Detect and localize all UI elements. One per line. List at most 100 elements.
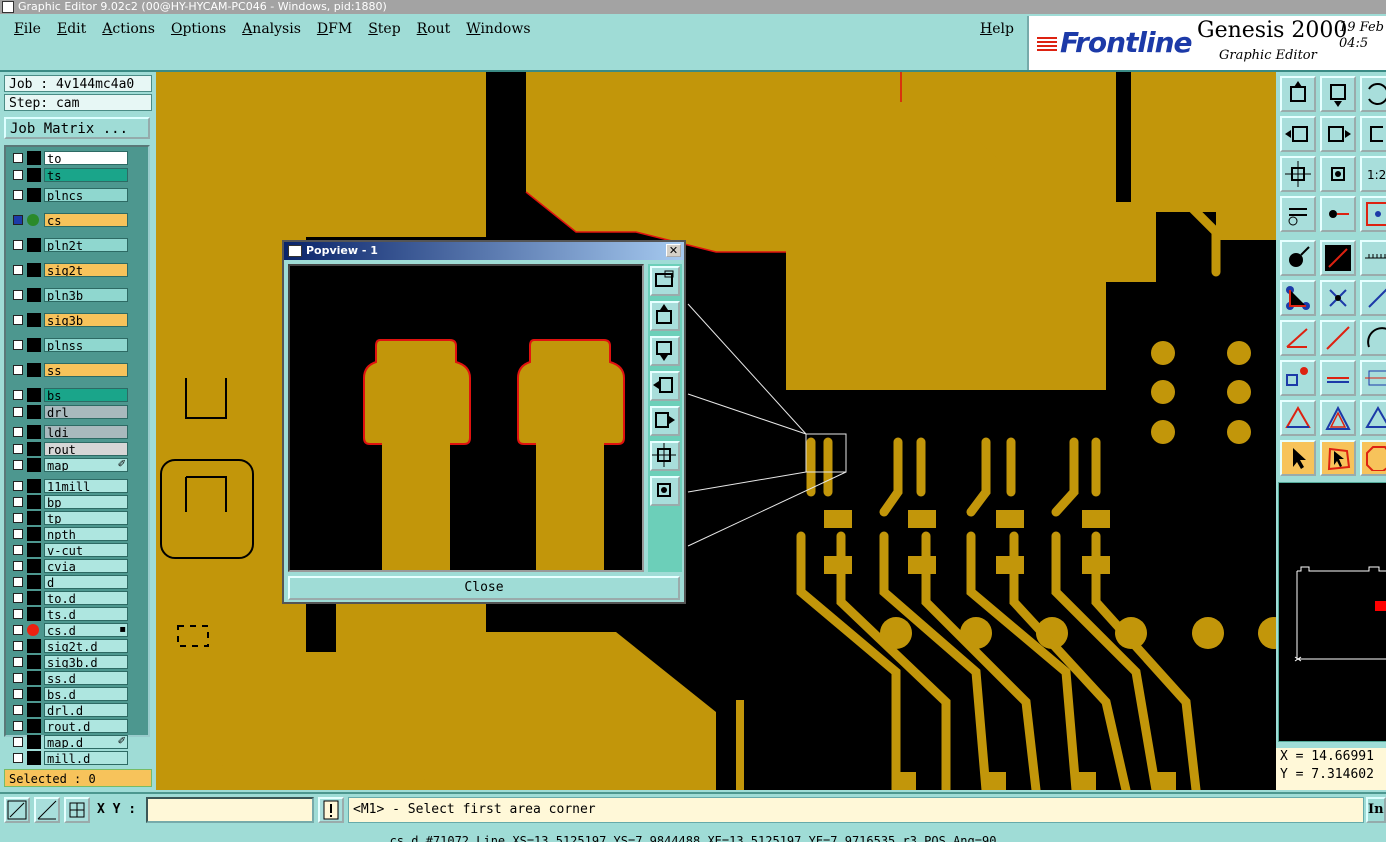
triangle-fill-icon[interactable] [1320,400,1356,436]
snap-settings-icon[interactable] [1280,196,1316,232]
layer-checkbox[interactable] [13,576,23,587]
layer-row[interactable]: plncs [10,188,128,202]
layer-checkbox[interactable] [13,688,23,699]
scale-1-2-icon[interactable]: 1:2 [1360,156,1386,192]
layer-marker[interactable] [27,263,41,277]
layer-row[interactable]: to.d [10,590,128,605]
select-net-icon[interactable] [1360,196,1386,232]
layer-name[interactable]: map.d [44,734,128,749]
layer-row[interactable]: pln3b [10,288,128,302]
layer-marker[interactable] [27,686,41,701]
layer-marker[interactable] [27,338,41,352]
popview-title-bar[interactable]: Popview - 1 [284,242,684,260]
layer-checkbox[interactable] [13,190,23,200]
layer-row[interactable]: 11mill [10,478,128,493]
layer-checkbox[interactable] [13,704,23,715]
layer-checkbox[interactable] [13,608,23,619]
grid-snap-icon[interactable] [64,797,90,823]
layer-name[interactable]: sig2t.d [44,638,128,653]
add-pad-icon[interactable] [1280,240,1316,276]
select-circle-icon[interactable] [1360,440,1386,476]
layer-marker[interactable] [27,425,41,439]
popview-zoom-icon[interactable] [650,266,680,296]
layer-row[interactable]: drl.d [10,702,128,717]
stretch-icon[interactable] [1360,360,1386,396]
arc-icon[interactable] [1360,320,1386,356]
layer-row[interactable]: bs.d [10,686,128,701]
select-arrow-icon[interactable] [1280,440,1316,476]
triangle-outline-icon[interactable] [1280,400,1316,436]
layer-name[interactable]: ldi [44,425,128,439]
connect-nodes-icon[interactable] [1280,280,1316,316]
menu-step[interactable]: Step [360,18,408,40]
menu-actions[interactable]: Actions [94,18,163,40]
layer-checkbox[interactable] [13,460,23,470]
layer-name[interactable]: v-cut [44,542,128,557]
layer-marker[interactable] [27,638,41,653]
layer-name[interactable]: tp [44,510,128,525]
layer-name[interactable]: to.d [44,590,128,605]
layer-checkbox[interactable] [13,169,23,180]
layer-checkbox[interactable] [13,427,23,437]
layer-checkbox[interactable] [13,365,23,375]
layer-marker[interactable] [27,590,41,605]
layer-checkbox[interactable] [13,406,23,417]
layer-checkbox[interactable] [13,240,23,250]
layer-checkbox[interactable] [13,215,23,225]
fit-profile-icon[interactable] [1320,156,1356,192]
add-point-icon[interactable] [1280,360,1316,396]
zoom-in-icon[interactable] [1280,76,1316,112]
layer-name[interactable]: bs.d [44,686,128,701]
layer-row[interactable]: map ✐ [10,458,128,472]
layer-checkbox[interactable] [13,752,23,763]
layer-marker[interactable] [27,750,41,765]
layer-marker[interactable] [27,388,41,402]
menu-help[interactable]: Help [972,18,1022,40]
layer-row[interactable]: mill.d [10,750,128,765]
layer-checkbox[interactable] [13,592,23,603]
popview-pan-right-icon[interactable] [650,406,680,436]
layer-row[interactable]: drl [10,404,128,419]
split-line-icon[interactable] [1320,360,1356,396]
popview-close-button[interactable]: Close [288,576,680,600]
layer-row[interactable]: map.d ✐ [10,734,128,749]
layer-name[interactable]: drl.d [44,702,128,717]
layer-marker[interactable] [27,510,41,525]
layer-row[interactable]: sig3b.d [10,654,128,669]
popview-pan-left-icon[interactable] [650,371,680,401]
layer-name[interactable]: pln2t [44,238,128,252]
layer-marker[interactable] [27,167,41,182]
menu-rout[interactable]: Rout [409,18,459,40]
layer-checkbox[interactable] [13,544,23,555]
layer-marker[interactable] [27,526,41,541]
layer-name[interactable]: cs.d [44,622,128,637]
pan-right-icon[interactable] [1320,116,1356,152]
layer-marker[interactable] [27,458,41,472]
fit-home-icon[interactable] [1280,156,1316,192]
layer-marker[interactable] [27,188,41,202]
layer-marker[interactable] [27,313,41,327]
overview-map[interactable] [1278,482,1386,742]
layer-name[interactable]: bs [44,388,128,402]
layer-name[interactable]: npth [44,526,128,541]
zoom-out-icon[interactable] [1320,76,1356,112]
layer-name[interactable]: plncs [44,188,128,202]
triangle-angle-icon[interactable] [1360,400,1386,436]
layer-name[interactable]: d [44,574,128,589]
menu-dfm[interactable]: DFM [309,18,360,40]
layer-row[interactable]: d [10,574,128,589]
layer-checkbox[interactable] [13,528,23,539]
layer-checkbox[interactable] [13,496,23,507]
layer-name[interactable]: ss [44,363,128,377]
layer-marker[interactable] [27,670,41,685]
layer-row[interactable]: v-cut [10,542,128,557]
layer-row[interactable]: ts.d [10,606,128,621]
line-draw-icon[interactable] [1320,320,1356,356]
layer-row[interactable]: to [10,151,128,165]
layer-checkbox[interactable] [13,290,23,300]
layer-name[interactable]: ss.d [44,670,128,685]
layer-name[interactable]: to [44,151,128,165]
popview-fit-icon[interactable] [650,441,680,471]
layer-checkbox[interactable] [13,480,23,491]
layer-name[interactable]: mill.d [44,750,128,765]
